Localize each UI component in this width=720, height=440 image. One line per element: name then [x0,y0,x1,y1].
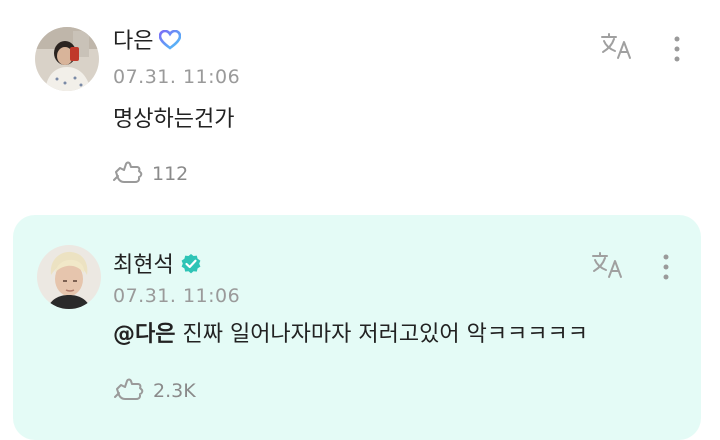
reaction-count: 2.3K [153,380,196,402]
verified-check-icon [180,253,202,279]
timestamp: 07.31. 11:06 [113,285,241,307]
comment-text: 명상하는건가 [113,107,235,132]
more-options-button[interactable] [661,253,671,285]
translate-icon [600,33,636,64]
comment-text: 진짜 일어나자마자 저러고있어 악ㅋㅋㅋㅋㅋ [175,322,589,347]
comment-body: 명상하는건가 [113,105,234,135]
translate-button[interactable] [600,32,636,64]
more-vertical-icon [661,254,671,285]
comment-card-highlighted: 최현석 07.31. 11:06 @다은 진짜 일어나자마자 저러고있어 악ㅋㅋ… [13,215,701,440]
hand-like-icon [113,375,147,407]
author-row: 다은 [113,28,182,56]
hand-like-icon [112,158,146,190]
comment-card: 다은 07.31. 11:06 명상하는건가 112 [0,0,720,210]
author-row: 최현석 [113,252,202,280]
translate-button[interactable] [591,251,627,283]
reaction-count: 112 [152,163,189,185]
more-options-button[interactable] [672,35,682,67]
translate-icon [591,252,627,283]
more-vertical-icon [672,36,682,67]
avatar-photo [37,245,101,309]
avatar-photo [35,27,99,91]
avatar[interactable] [35,27,99,91]
author-name[interactable]: 최현석 [113,252,174,280]
heart-badge-icon [159,29,182,54]
timestamp: 07.31. 11:06 [113,66,241,88]
mention-link[interactable]: @다은 [113,322,175,347]
reaction-button[interactable]: 2.3K [113,375,196,407]
reaction-button[interactable]: 112 [112,158,188,190]
author-name[interactable]: 다은 [113,28,153,56]
avatar[interactable] [37,245,101,309]
comment-body: @다은 진짜 일어나자마자 저러고있어 악ㅋㅋㅋㅋㅋ [113,320,588,350]
